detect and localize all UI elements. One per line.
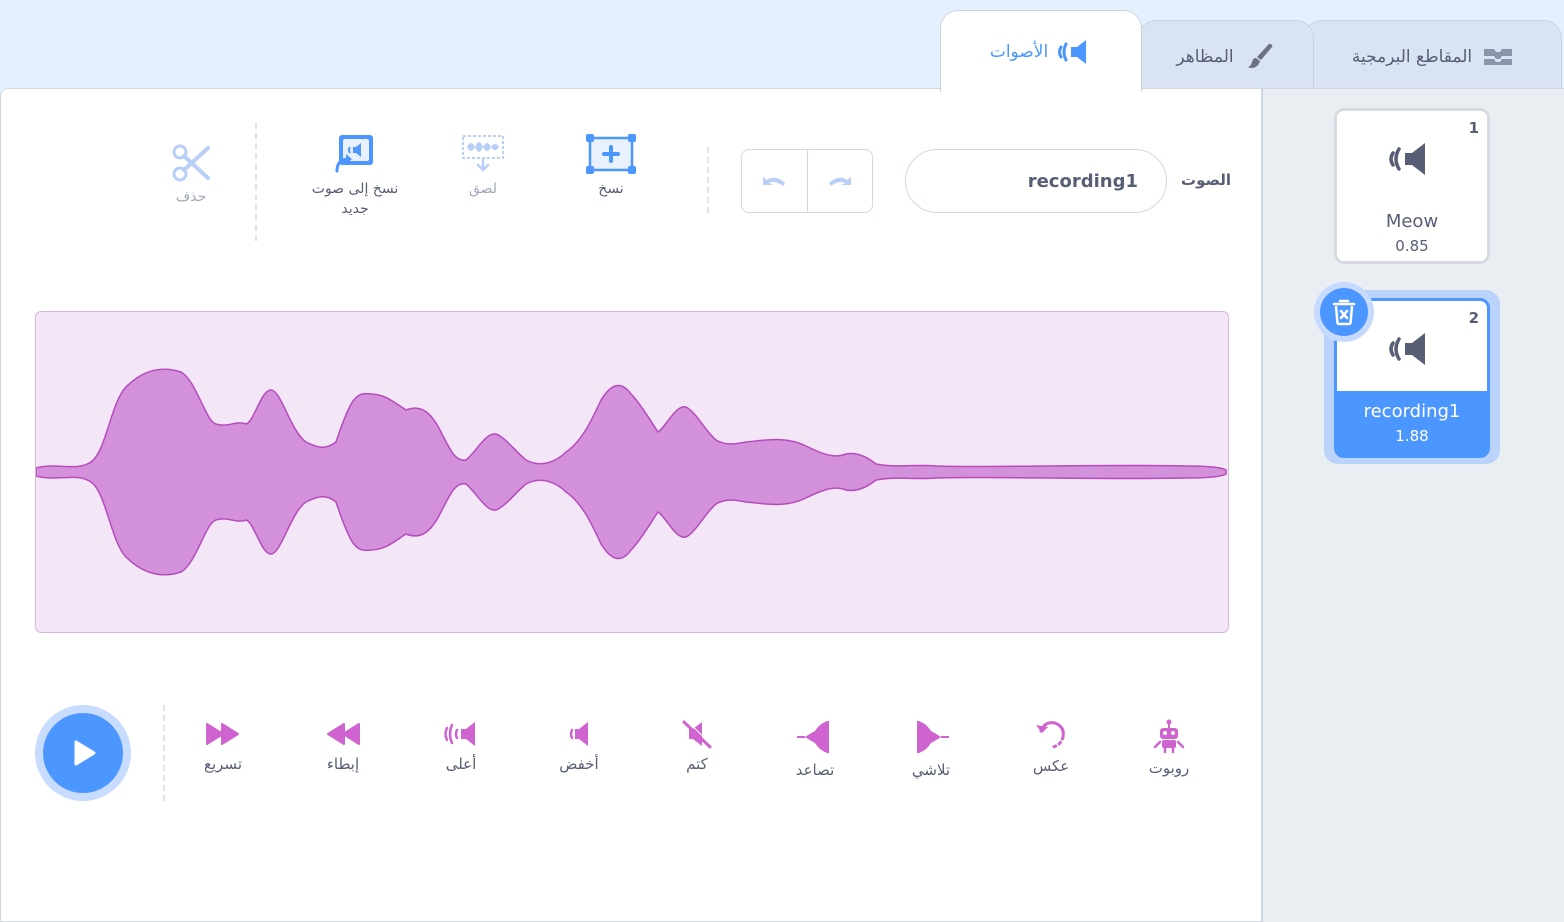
tab-sounds-label: الأصوات <box>989 41 1049 62</box>
effect-fade-out[interactable]: تلاشي <box>883 719 979 779</box>
sound-tile-number: 2 <box>1468 309 1479 327</box>
waveform <box>36 368 1227 576</box>
effect-fade-out-label: تلاشي <box>911 761 951 779</box>
play-button-ring <box>35 705 131 801</box>
sound-tile-name: Meow <box>1385 211 1439 232</box>
tab-costumes[interactable]: المظاهر <box>1138 20 1314 92</box>
paste-label: لصق <box>468 181 498 197</box>
redo-icon <box>828 177 851 186</box>
effect-robot-label: روبوت <box>1148 759 1190 777</box>
effect-fade-in-label: تصاعد <box>795 761 835 779</box>
mute-icon <box>682 719 713 749</box>
paste-icon <box>462 135 504 172</box>
tab-sounds[interactable]: الأصوات <box>940 10 1142 92</box>
copy-to-new-button[interactable]: نسخ إلى صوت جديد <box>299 133 411 219</box>
sound-tile-duration: 0.85 <box>1395 237 1429 255</box>
louder-icon <box>444 722 475 746</box>
fade-out-icon <box>917 721 949 753</box>
toolbar-divider-2 <box>255 123 257 241</box>
fade-in-icon <box>797 721 829 753</box>
copy-button[interactable]: نسخ <box>569 133 653 199</box>
effects-divider <box>163 705 165 801</box>
waveform-canvas[interactable] <box>35 311 1229 633</box>
delete-label: حذف <box>175 189 207 205</box>
fast-forward-icon <box>206 723 239 745</box>
undo-redo-group <box>741 149 873 213</box>
play-button[interactable] <box>43 713 123 793</box>
redo-button[interactable] <box>806 150 873 212</box>
effect-louder-label: أعلى <box>445 755 477 773</box>
delete-selection-button[interactable]: حذف <box>151 143 231 207</box>
sound-icon <box>1389 333 1425 365</box>
sound-name-input[interactable] <box>905 149 1167 213</box>
reverse-icon <box>1036 721 1065 749</box>
copy-icon <box>586 134 636 174</box>
effect-mute-label: كتم <box>686 755 708 773</box>
effect-louder[interactable]: أعلى <box>413 719 509 773</box>
scissors-icon <box>172 144 210 182</box>
tab-code-label: المقاطع البرمجية <box>1351 46 1473 67</box>
effect-reverse[interactable]: عكس <box>1003 719 1099 775</box>
play-icon <box>74 740 96 766</box>
delete-sound-button[interactable] <box>1314 282 1374 342</box>
effect-faster-label: تسريع <box>204 755 242 773</box>
brush-icon <box>1247 43 1272 68</box>
sound-tile-duration: 1.88 <box>1395 427 1429 445</box>
code-icon <box>1484 48 1513 65</box>
delete-sound-button-inner <box>1320 288 1368 336</box>
tab-code[interactable]: المقاطع البرمجية <box>1304 20 1562 92</box>
sound-name-label: الصوت <box>1181 171 1232 189</box>
effect-softer-label: أخفض <box>559 755 599 773</box>
trash-icon <box>1332 299 1356 326</box>
copy-to-new-label: نسخ إلى صوت جديد <box>311 181 399 217</box>
undo-icon <box>763 177 786 186</box>
copy-label: نسخ <box>598 181 624 197</box>
undo-button[interactable] <box>742 150 807 212</box>
paste-button[interactable]: لصق <box>441 133 525 199</box>
sound-icon <box>1389 143 1425 175</box>
sound-icon <box>1058 39 1087 64</box>
softer-icon <box>569 722 588 746</box>
effect-slower[interactable]: إبطاء <box>295 719 391 773</box>
effect-fade-in[interactable]: تصاعد <box>767 719 863 779</box>
effect-reverse-label: عكس <box>1032 757 1070 775</box>
effect-faster[interactable]: تسريع <box>175 719 271 773</box>
effect-slower-label: إبطاء <box>326 755 360 773</box>
tab-costumes-label: المظاهر <box>1176 46 1234 67</box>
sound-tile-name: recording1 <box>1363 401 1461 422</box>
sound-editor: الصوت نسخ لصق <box>0 88 1262 922</box>
copy-to-new-icon <box>335 135 373 173</box>
effect-mute[interactable]: كتم <box>649 719 745 773</box>
effect-robot[interactable]: روبوت <box>1121 719 1217 777</box>
rewind-icon <box>327 723 360 745</box>
sound-tile-number: 1 <box>1468 119 1479 137</box>
sound-tile[interactable]: 1 Meow 0.85 <box>1334 108 1490 264</box>
robot-icon <box>1153 719 1185 753</box>
effect-softer[interactable]: أخفض <box>531 719 627 773</box>
toolbar-divider <box>707 147 709 213</box>
